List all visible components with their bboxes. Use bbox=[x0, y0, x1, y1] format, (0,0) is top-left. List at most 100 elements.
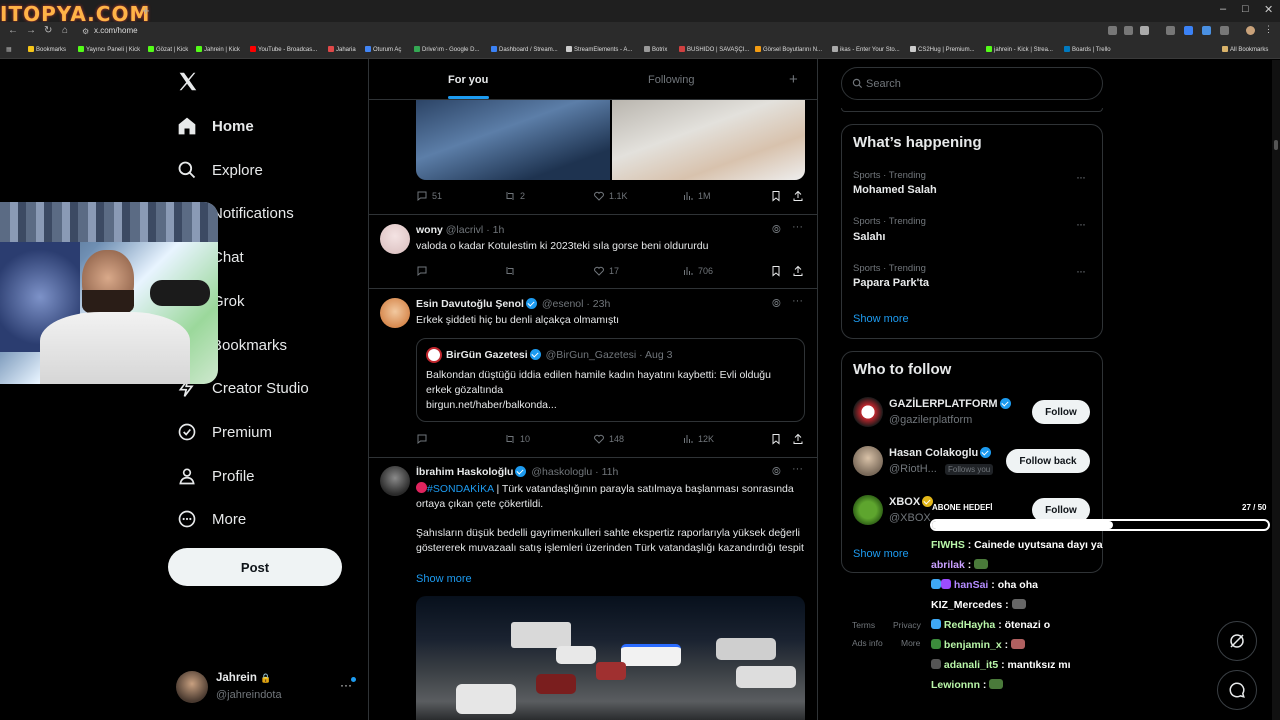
new-tab-button[interactable]: + bbox=[142, 3, 150, 18]
follow-back-button[interactable]: Follow back bbox=[1006, 449, 1090, 473]
quote-link[interactable]: birgun.net/haber/balkonda... bbox=[426, 398, 786, 413]
avatar[interactable] bbox=[380, 466, 410, 496]
bookmark-button[interactable] bbox=[770, 433, 786, 445]
like-button[interactable]: 148 bbox=[593, 433, 624, 445]
x-logo-icon[interactable] bbox=[177, 71, 198, 92]
nav-profile[interactable]: Profile bbox=[176, 463, 255, 489]
page-scrollbar[interactable] bbox=[1272, 60, 1280, 720]
tweet-author[interactable]: İbrahim Haskoloğlu @haskologlu · 11h bbox=[416, 466, 618, 478]
trends-show-more-link[interactable]: Show more bbox=[853, 313, 909, 325]
avatar[interactable] bbox=[380, 224, 410, 254]
nav-home[interactable]: Home bbox=[176, 113, 254, 139]
nav-premium[interactable]: Premium bbox=[176, 419, 272, 445]
bookmark-item[interactable]: Botrix bbox=[644, 46, 667, 53]
all-bookmarks-folder[interactable]: All Bookmarks bbox=[1222, 46, 1268, 53]
bookmark-item[interactable]: ikas - Enter Your Sto... bbox=[832, 46, 900, 53]
add-list-icon[interactable]: + bbox=[789, 71, 798, 88]
bookmark-item[interactable]: CS2Hug | Premium... bbox=[910, 46, 975, 53]
repost-button[interactable]: 2 bbox=[504, 190, 525, 202]
bookmark-button[interactable] bbox=[770, 190, 786, 202]
reply-button[interactable]: 51 bbox=[416, 190, 442, 202]
url-field[interactable]: x.com/home bbox=[94, 26, 138, 35]
bookmark-item[interactable]: Bookmarks bbox=[28, 46, 66, 53]
search-input[interactable]: Search bbox=[866, 78, 901, 90]
suggestion-name[interactable]: XBOX bbox=[889, 496, 935, 508]
extension-icon[interactable] bbox=[1166, 26, 1175, 35]
repost-button[interactable] bbox=[504, 265, 520, 277]
share-button[interactable] bbox=[792, 190, 808, 202]
bookmark-item[interactable]: Gözat | Kick bbox=[148, 46, 188, 53]
translate-icon[interactable] bbox=[1124, 26, 1133, 35]
bookmark-item[interactable]: Görsel Boyutlarını N... bbox=[755, 46, 822, 53]
bookmark-item[interactable]: Jaharia bbox=[328, 46, 356, 53]
tweet-more-icon[interactable]: ··· bbox=[792, 295, 803, 307]
bookmark-item[interactable]: Boards | Trello bbox=[1064, 46, 1111, 53]
bookmark-item[interactable]: Drive'ım - Google D... bbox=[414, 46, 480, 53]
minimize-icon[interactable]: – bbox=[1220, 3, 1226, 15]
avatar[interactable] bbox=[853, 446, 883, 476]
nav-more[interactable]: More bbox=[176, 506, 246, 532]
hashtag-link[interactable]: #SONDAKİKA bbox=[427, 483, 494, 495]
share-button[interactable] bbox=[792, 265, 808, 277]
apps-grid-icon[interactable]: ▦ bbox=[6, 46, 12, 53]
bookmark-item[interactable]: jahrein - Kick | Strea... bbox=[986, 46, 1053, 53]
tweet-more-icon[interactable]: ··· bbox=[792, 221, 803, 233]
footer-ads-link[interactable]: Ads info bbox=[852, 638, 883, 648]
trend-name[interactable]: Papara Park'ta bbox=[853, 277, 929, 289]
suggestion-name[interactable]: GAZİLERPLATFORM bbox=[889, 398, 1013, 410]
bookmark-star-icon[interactable] bbox=[1140, 26, 1149, 35]
like-button[interactable]: 1.1K bbox=[593, 190, 628, 202]
suggestion-name[interactable]: Hasan Colakoglu bbox=[889, 447, 993, 459]
profile-avatar-icon[interactable] bbox=[1246, 26, 1255, 35]
bookmark-item[interactable]: Dashboard / Stream... bbox=[491, 46, 558, 53]
home-browser-icon[interactable]: ⌂ bbox=[62, 25, 68, 36]
avatar[interactable] bbox=[853, 397, 883, 427]
views-button[interactable]: 1M bbox=[682, 190, 711, 202]
bookmark-item[interactable]: StreamElements - A... bbox=[566, 46, 632, 53]
grok-explain-icon[interactable]: ⦾ bbox=[772, 224, 781, 237]
tab-for-you[interactable]: For you bbox=[448, 74, 488, 86]
tweet-media-image[interactable] bbox=[416, 100, 610, 180]
trend-more-icon[interactable]: ··· bbox=[1076, 217, 1086, 231]
bookmark-item[interactable]: Jahrein | Kick bbox=[196, 46, 240, 53]
extension-icon[interactable] bbox=[1184, 26, 1193, 35]
account-avatar[interactable] bbox=[176, 671, 208, 703]
nav-explore[interactable]: Explore bbox=[176, 157, 263, 183]
scrollbar-thumb[interactable] bbox=[1274, 140, 1278, 150]
bookmark-item[interactable]: YouTube - Broadcas... bbox=[250, 46, 317, 53]
browser-menu-icon[interactable]: ⋮ bbox=[1264, 24, 1273, 34]
avatar[interactable] bbox=[853, 495, 883, 525]
footer-terms-link[interactable]: Terms bbox=[852, 620, 875, 630]
back-icon[interactable]: ← bbox=[8, 25, 18, 36]
tweet-author[interactable]: Esin Davutoğlu Şenol @esenol · 23h bbox=[416, 298, 610, 310]
extensions-puzzle-icon[interactable] bbox=[1220, 26, 1229, 35]
bookmark-button[interactable] bbox=[770, 265, 786, 277]
site-info-icon[interactable]: ⚙ bbox=[82, 27, 89, 36]
tweet-media-image[interactable] bbox=[612, 100, 805, 180]
zoom-icon[interactable] bbox=[1108, 26, 1117, 35]
like-button[interactable]: 17 bbox=[593, 265, 619, 277]
follow-button[interactable]: Follow bbox=[1032, 400, 1090, 424]
grok-explain-icon[interactable]: ⦾ bbox=[772, 298, 781, 311]
close-icon[interactable]: ✕ bbox=[1264, 3, 1273, 16]
tab-following[interactable]: Following bbox=[648, 74, 694, 86]
share-button[interactable] bbox=[792, 433, 808, 445]
reply-button[interactable] bbox=[416, 265, 432, 277]
trend-name[interactable]: Mohamed Salah bbox=[853, 184, 937, 196]
repost-button[interactable]: 10 bbox=[504, 433, 530, 445]
views-button[interactable]: 706 bbox=[682, 265, 713, 277]
grok-explain-icon[interactable]: ⦾ bbox=[772, 466, 781, 479]
footer-more-link[interactable]: More bbox=[901, 638, 920, 648]
extension-icon[interactable] bbox=[1202, 26, 1211, 35]
views-button[interactable]: 12K bbox=[682, 433, 714, 445]
follow-show-more-link[interactable]: Show more bbox=[853, 548, 909, 560]
reload-icon[interactable]: ↻ bbox=[44, 25, 52, 36]
trend-more-icon[interactable]: ··· bbox=[1076, 264, 1086, 278]
footer-privacy-link[interactable]: Privacy bbox=[893, 620, 921, 630]
show-more-link[interactable]: Show more bbox=[416, 573, 472, 585]
trend-more-icon[interactable]: ··· bbox=[1076, 170, 1086, 184]
messages-floating-button[interactable] bbox=[1217, 670, 1257, 710]
post-button[interactable]: Post bbox=[168, 548, 342, 586]
forward-icon[interactable]: → bbox=[26, 25, 36, 36]
tweet-more-icon[interactable]: ··· bbox=[792, 463, 803, 475]
